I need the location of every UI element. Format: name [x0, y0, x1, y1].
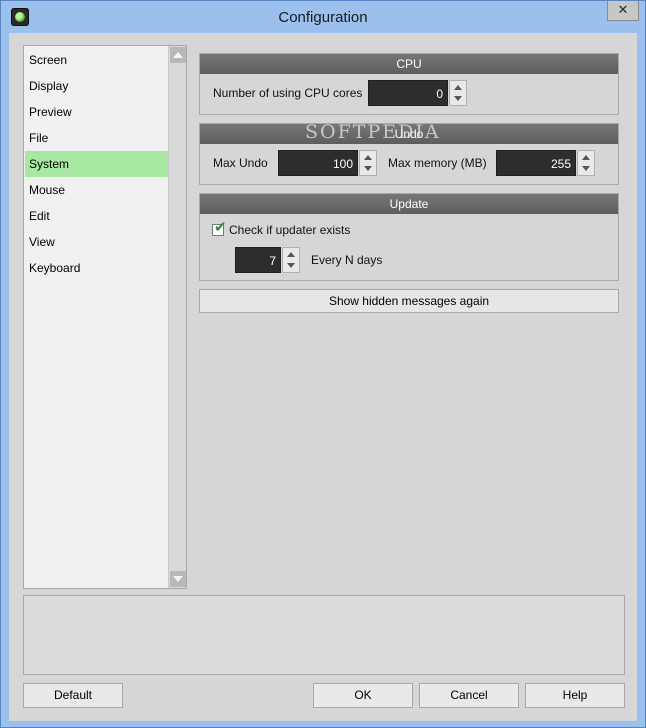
- cpu-group: CPU Number of using CPU cores 0: [199, 53, 619, 115]
- max-undo-spinbox[interactable]: 100: [278, 150, 378, 176]
- update-days-spin-buttons[interactable]: [282, 247, 300, 273]
- ok-button[interactable]: OK: [313, 683, 413, 708]
- category-list: Screen Display Preview File System Mouse…: [23, 45, 187, 589]
- default-button[interactable]: Default: [23, 683, 123, 708]
- max-undo-spin-buttons[interactable]: [359, 150, 377, 176]
- spin-down-arrow-icon[interactable]: [578, 163, 594, 175]
- max-undo-label: Max Undo: [213, 156, 268, 170]
- cpu-cores-value[interactable]: 0: [368, 80, 448, 106]
- title-bar[interactable]: Configuration ✕: [1, 1, 645, 33]
- spin-down-arrow-icon[interactable]: [360, 163, 376, 175]
- nav-item-view[interactable]: View: [25, 229, 168, 255]
- cpu-cores-spin-buttons[interactable]: [449, 80, 467, 106]
- scroll-down-arrow-icon[interactable]: [170, 571, 186, 587]
- nav-item-mouse[interactable]: Mouse: [25, 177, 168, 203]
- update-group-header: Update: [200, 194, 618, 214]
- max-undo-value[interactable]: 100: [278, 150, 358, 176]
- max-memory-value[interactable]: 255: [496, 150, 576, 176]
- cpu-cores-label: Number of using CPU cores: [213, 86, 363, 100]
- check-updater-checkbox[interactable]: ✔: [212, 220, 227, 236]
- spin-down-arrow-icon[interactable]: [450, 93, 466, 105]
- max-memory-spin-buttons[interactable]: [577, 150, 595, 176]
- update-days-spinbox[interactable]: 7: [235, 247, 301, 273]
- nav-item-keyboard[interactable]: Keyboard: [25, 255, 168, 281]
- dialog-body: Screen Display Preview File System Mouse…: [9, 33, 637, 721]
- window-title: Configuration: [278, 9, 368, 26]
- configuration-window: Configuration ✕ Screen Display Preview F…: [0, 0, 646, 728]
- spin-up-arrow-icon[interactable]: [450, 81, 466, 93]
- nav-item-preview[interactable]: Preview: [25, 99, 168, 125]
- watermark-text: SOFTPEDIA: [305, 121, 441, 143]
- nav-item-file[interactable]: File: [25, 125, 168, 151]
- nav-item-display[interactable]: Display: [25, 73, 168, 99]
- check-updater-label[interactable]: Check if updater exists: [229, 223, 350, 237]
- spin-down-arrow-icon[interactable]: [283, 260, 299, 272]
- cpu-cores-spinbox[interactable]: 0: [368, 80, 468, 106]
- spin-up-arrow-icon[interactable]: [578, 151, 594, 163]
- max-memory-spinbox[interactable]: 255: [496, 150, 596, 176]
- nav-item-screen[interactable]: Screen: [25, 47, 168, 73]
- max-memory-label: Max memory (MB): [388, 156, 487, 170]
- nav-item-system[interactable]: System: [25, 151, 168, 177]
- checkmark-icon: ✔: [214, 219, 227, 236]
- every-n-days-label: Every N days: [311, 253, 383, 267]
- close-button[interactable]: ✕: [607, 1, 639, 21]
- help-button[interactable]: Help: [525, 683, 625, 708]
- scroll-up-arrow-icon[interactable]: [170, 47, 186, 63]
- nav-item-edit[interactable]: Edit: [25, 203, 168, 229]
- cpu-group-header: CPU: [200, 54, 618, 74]
- category-scrollbar[interactable]: [168, 46, 186, 588]
- show-hidden-messages-button[interactable]: Show hidden messages again: [199, 289, 619, 313]
- cancel-button[interactable]: Cancel: [419, 683, 519, 708]
- description-panel: [23, 595, 625, 675]
- spin-up-arrow-icon[interactable]: [360, 151, 376, 163]
- spin-up-arrow-icon[interactable]: [283, 248, 299, 260]
- update-group: Update ✔ Check if updater exists 7 Every…: [199, 193, 619, 281]
- update-days-value[interactable]: 7: [235, 247, 281, 273]
